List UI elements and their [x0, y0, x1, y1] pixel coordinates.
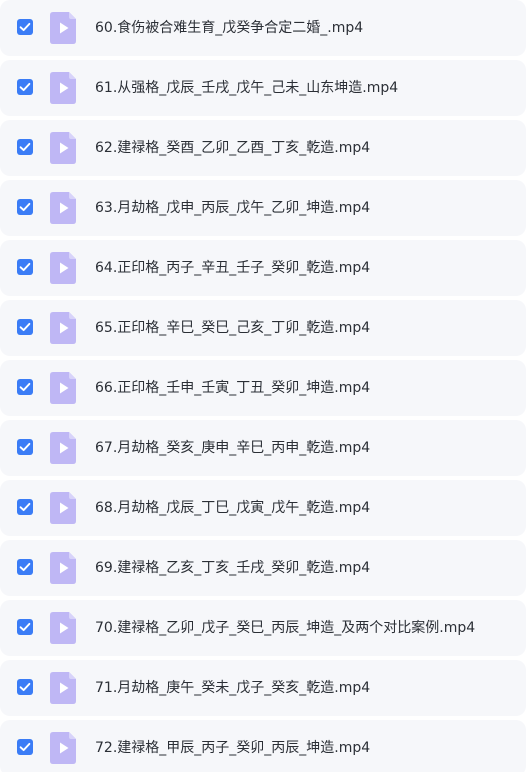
video-play-icon — [50, 12, 76, 44]
file-checkbox[interactable] — [17, 259, 33, 275]
file-name: 71.月劫格_庚午_癸未_戊子_癸亥_乾造.mp4 — [95, 680, 371, 696]
file-row[interactable]: 60.食伤被合难生育_戊癸争合定二婚_.mp4 — [0, 0, 526, 56]
video-file-icon — [50, 732, 76, 764]
file-checkbox[interactable] — [17, 679, 33, 695]
file-checkbox[interactable] — [17, 379, 33, 395]
video-play-icon — [50, 732, 76, 764]
file-row[interactable]: 71.月劫格_庚午_癸未_戊子_癸亥_乾造.mp4 — [0, 660, 526, 716]
video-file-icon — [50, 132, 76, 164]
video-play-icon — [50, 252, 76, 284]
file-row[interactable]: 67.月劫格_癸亥_庚申_辛巳_丙申_乾造.mp4 — [0, 420, 526, 476]
video-play-icon — [50, 612, 76, 644]
video-file-icon — [50, 552, 76, 584]
file-checkbox[interactable] — [17, 319, 33, 335]
file-checkbox[interactable] — [17, 739, 33, 755]
file-name: 68.月劫格_戊辰_丁巳_戊寅_戊午_乾造.mp4 — [95, 500, 371, 516]
file-checkbox[interactable] — [17, 499, 33, 515]
file-name: 61.从强格_戊辰_壬戌_戊午_己未_山东坤造.mp4 — [95, 80, 399, 96]
checkmark-icon — [19, 682, 31, 692]
video-play-icon — [50, 492, 76, 524]
video-play-icon — [50, 372, 76, 404]
file-name: 64.正印格_丙子_辛丑_壬子_癸卯_乾造.mp4 — [95, 260, 371, 276]
checkmark-icon — [19, 262, 31, 272]
checkmark-icon — [19, 622, 31, 632]
file-name: 65.正印格_辛巳_癸巳_己亥_丁卯_乾造.mp4 — [95, 320, 371, 336]
video-file-icon — [50, 672, 76, 704]
file-checkbox[interactable] — [17, 619, 33, 635]
file-name: 69.建禄格_乙亥_丁亥_壬戌_癸卯_乾造.mp4 — [95, 560, 371, 576]
file-row[interactable]: 70.建禄格_乙卯_戊子_癸巳_丙辰_坤造_及两个对比案例.mp4 — [0, 600, 526, 656]
video-file-icon — [50, 312, 76, 344]
file-checkbox[interactable] — [17, 79, 33, 95]
video-file-icon — [50, 372, 76, 404]
video-file-icon — [50, 432, 76, 464]
file-name: 66.正印格_壬申_壬寅_丁丑_癸卯_坤造.mp4 — [95, 380, 371, 396]
video-play-icon — [50, 72, 76, 104]
video-play-icon — [50, 192, 76, 224]
video-file-icon — [50, 612, 76, 644]
checkmark-icon — [19, 82, 31, 92]
checkmark-icon — [19, 202, 31, 212]
file-name: 62.建禄格_癸酉_乙卯_乙酉_丁亥_乾造.mp4 — [95, 140, 371, 156]
file-row[interactable]: 69.建禄格_乙亥_丁亥_壬戌_癸卯_乾造.mp4 — [0, 540, 526, 596]
file-row[interactable]: 68.月劫格_戊辰_丁巳_戊寅_戊午_乾造.mp4 — [0, 480, 526, 536]
file-row[interactable]: 62.建禄格_癸酉_乙卯_乙酉_丁亥_乾造.mp4 — [0, 120, 526, 176]
checkmark-icon — [19, 322, 31, 332]
file-list: 60.食伤被合难生育_戊癸争合定二婚_.mp4 61.从强格_戊辰_壬戌_戊午_己… — [0, 0, 526, 772]
file-checkbox[interactable] — [17, 139, 33, 155]
checkmark-icon — [19, 502, 31, 512]
video-play-icon — [50, 312, 76, 344]
file-row[interactable]: 64.正印格_丙子_辛丑_壬子_癸卯_乾造.mp4 — [0, 240, 526, 296]
file-row[interactable]: 63.月劫格_戊申_丙辰_戊午_乙卯_坤造.mp4 — [0, 180, 526, 236]
video-play-icon — [50, 132, 76, 164]
checkmark-icon — [19, 22, 31, 32]
checkmark-icon — [19, 142, 31, 152]
video-play-icon — [50, 672, 76, 704]
file-name: 72.建禄格_甲辰_丙子_癸卯_丙辰_坤造.mp4 — [95, 740, 371, 756]
file-checkbox[interactable] — [17, 439, 33, 455]
checkmark-icon — [19, 562, 31, 572]
file-row[interactable]: 65.正印格_辛巳_癸巳_己亥_丁卯_乾造.mp4 — [0, 300, 526, 356]
file-row[interactable]: 66.正印格_壬申_壬寅_丁丑_癸卯_坤造.mp4 — [0, 360, 526, 416]
file-name: 67.月劫格_癸亥_庚申_辛巳_丙申_乾造.mp4 — [95, 440, 371, 456]
file-row[interactable]: 72.建禄格_甲辰_丙子_癸卯_丙辰_坤造.mp4 — [0, 720, 526, 772]
file-checkbox[interactable] — [17, 19, 33, 35]
video-file-icon — [50, 192, 76, 224]
video-play-icon — [50, 432, 76, 464]
video-file-icon — [50, 492, 76, 524]
file-row[interactable]: 61.从强格_戊辰_壬戌_戊午_己未_山东坤造.mp4 — [0, 60, 526, 116]
video-file-icon — [50, 12, 76, 44]
file-name: 60.食伤被合难生育_戊癸争合定二婚_.mp4 — [95, 20, 364, 36]
file-name: 70.建禄格_乙卯_戊子_癸巳_丙辰_坤造_及两个对比案例.mp4 — [95, 620, 476, 636]
file-name: 63.月劫格_戊申_丙辰_戊午_乙卯_坤造.mp4 — [95, 200, 371, 216]
checkmark-icon — [19, 382, 31, 392]
checkmark-icon — [19, 442, 31, 452]
video-file-icon — [50, 252, 76, 284]
file-checkbox[interactable] — [17, 199, 33, 215]
file-checkbox[interactable] — [17, 559, 33, 575]
checkmark-icon — [19, 742, 31, 752]
video-file-icon — [50, 72, 76, 104]
video-play-icon — [50, 552, 76, 584]
